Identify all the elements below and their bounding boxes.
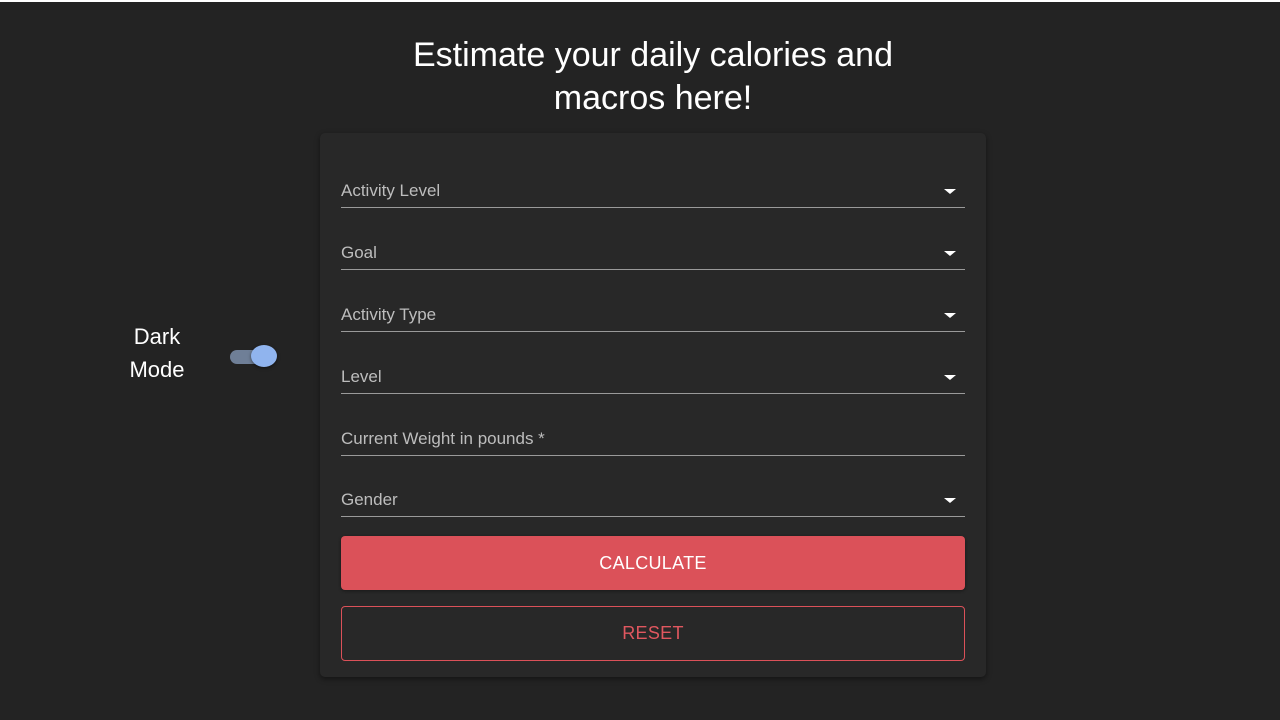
dark-mode-label: Dark Mode (107, 320, 207, 386)
activity-type-select[interactable]: Activity Type (341, 297, 965, 332)
top-border (0, 0, 1280, 2)
caret-down-icon (944, 313, 956, 318)
activity-level-select[interactable]: Activity Level (341, 173, 965, 208)
level-label: Level (341, 367, 382, 386)
calculate-button[interactable]: CALCULATE (341, 536, 965, 590)
activity-type-label: Activity Type (341, 305, 437, 324)
caret-down-icon (944, 498, 956, 503)
goal-select[interactable]: Goal (341, 235, 965, 270)
calculator-form-card: Activity Level Goal Activity Type Level … (320, 133, 986, 677)
current-weight-input[interactable]: Current Weight in pounds * (341, 421, 965, 456)
dark-mode-label-line-1: Dark (133, 324, 181, 349)
current-weight-label: Current Weight in pounds * (341, 429, 545, 448)
level-select[interactable]: Level (341, 359, 965, 394)
caret-down-icon (944, 375, 956, 380)
caret-down-icon (944, 251, 956, 256)
page-title-line-1: Estimate your daily calories and (412, 36, 893, 74)
reset-button[interactable]: RESET (341, 606, 965, 661)
activity-level-label: Activity Level (341, 181, 441, 200)
gender-label: Gender (341, 490, 398, 509)
page-title: Estimate your daily calories and macros … (340, 34, 966, 120)
dark-mode-toggle[interactable] (229, 344, 279, 370)
dark-mode-label-line-2: Mode (129, 357, 185, 382)
toggle-thumb[interactable] (251, 345, 277, 367)
caret-down-icon (944, 189, 956, 194)
page-title-line-2: macros here! (553, 79, 753, 117)
gender-select[interactable]: Gender (341, 482, 965, 517)
goal-label: Goal (341, 243, 377, 262)
